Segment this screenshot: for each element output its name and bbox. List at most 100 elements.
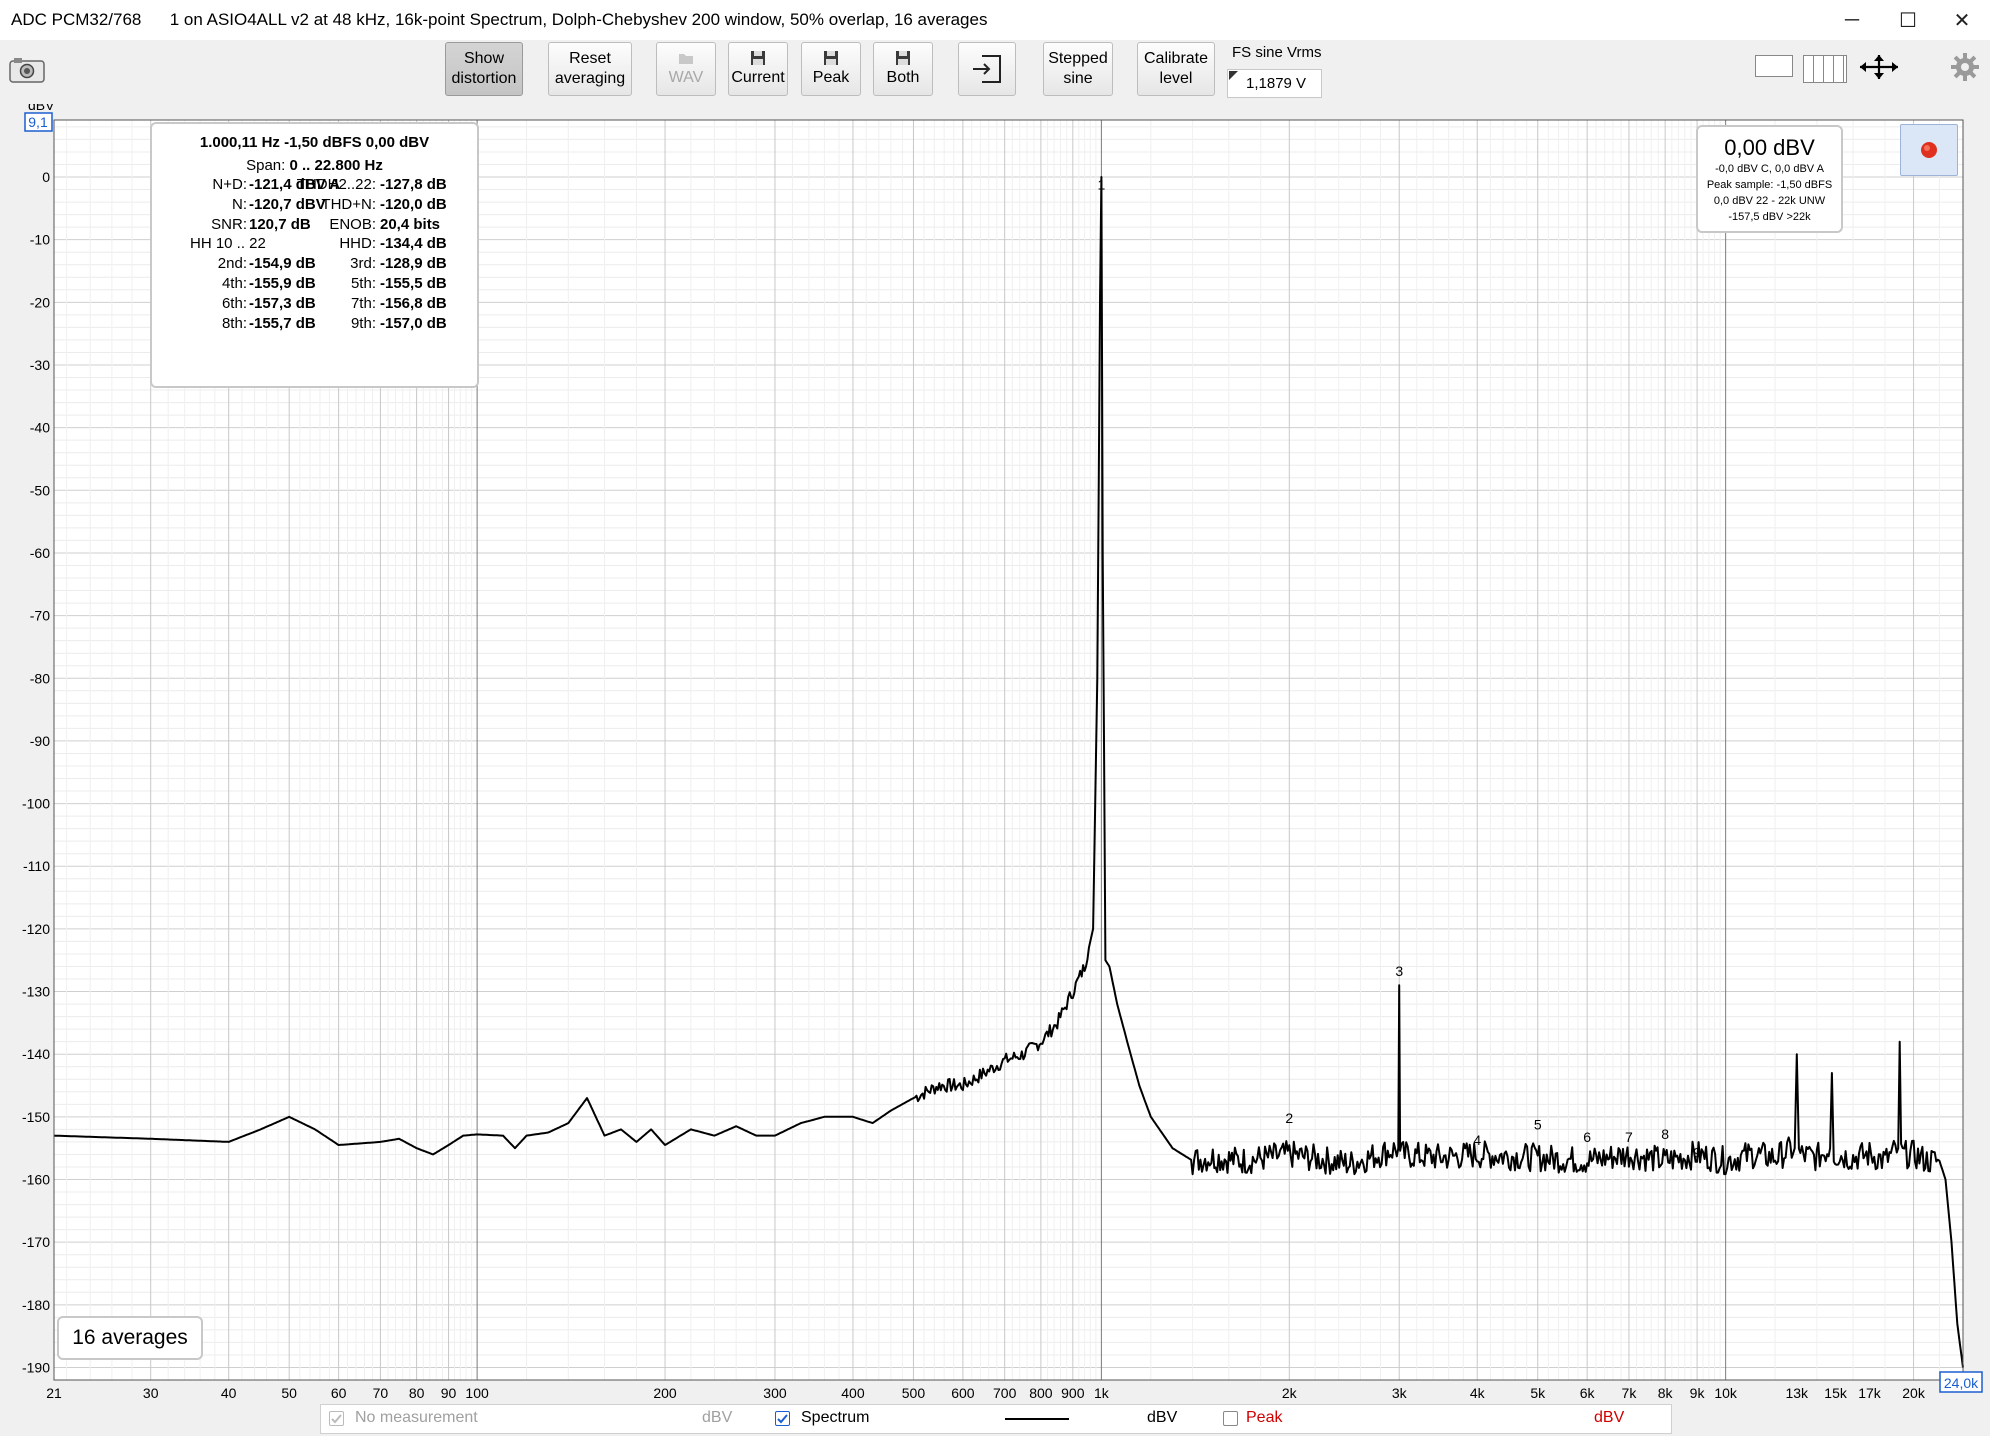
fundamental-readout: 1.000,11 Hz -1,50 dBFS 0,00 dBV [199, 134, 430, 151]
reset-averaging-label-2: averaging [554, 70, 626, 87]
readout-row: N+D: -121,4 dBV A THDH2..22: -127,8 dB [152, 176, 477, 196]
show-distortion-button[interactable]: Show distortion [445, 42, 523, 96]
record-button[interactable] [1900, 124, 1958, 176]
y-tick-label: 0 [42, 169, 50, 185]
readout-label: HH 10 .. 22 [190, 235, 266, 253]
readout-value: -128,9 dB [380, 255, 447, 273]
spectrum-checkbox[interactable] [775, 1411, 790, 1426]
x-tick-label: 7k [1622, 1385, 1638, 1400]
span-label: Span: [246, 157, 286, 174]
x-tick-label: 17k [1858, 1385, 1882, 1400]
harmonic-marker: 3 [1395, 963, 1403, 979]
readout-value: -134,4 dB [380, 235, 447, 253]
camera-icon[interactable] [8, 56, 46, 84]
readout-value: -157,3 dB [249, 294, 316, 312]
zoom-fit-icon[interactable] [1856, 52, 1902, 82]
stepped-sine-button[interactable]: Stepped sine [1043, 42, 1113, 96]
x-tick-label: 6k [1580, 1385, 1596, 1400]
x-tick-label: 700 [993, 1385, 1017, 1400]
readout-label: 9th: [350, 314, 376, 332]
readout-row: N: -120,7 dBV THD+N: -120,0 dB [152, 196, 477, 216]
readout-row: 4th: -155,9 dB 5th: -155,5 dB [152, 275, 477, 295]
spectrum-unit: dBV [1147, 1409, 1178, 1426]
x-tick-label: 500 [902, 1385, 926, 1400]
maximize-button[interactable]: ☐ [1880, 0, 1936, 40]
y-axis-unit-label: dBV [28, 104, 55, 113]
y-tick-label: -50 [30, 482, 50, 498]
x-tick-label: 600 [951, 1385, 975, 1400]
close-button[interactable]: ✕ [1934, 0, 1990, 40]
x-tick-label: 20k [1902, 1385, 1926, 1400]
level-main: 0,00 dBV [1724, 135, 1815, 160]
readout-row: 2nd: -154,9 dB 3rd: -128,9 dB [152, 255, 477, 275]
x-tick-label: 300 [763, 1385, 787, 1400]
x-tick-label: 13k [1785, 1385, 1809, 1400]
y-tick-label: -10 [30, 232, 50, 248]
spectrum-label: Spectrum [801, 1409, 870, 1426]
wav-button[interactable]: WAV [656, 42, 716, 96]
readout-label: 4th: [221, 274, 247, 292]
harmonic-marker: 7 [1625, 1129, 1633, 1145]
x-tick-label: 90 [441, 1385, 457, 1400]
x-tick-label: 4k [1470, 1385, 1486, 1400]
import-icon [973, 55, 1001, 83]
peak-label: Peak [812, 69, 850, 86]
x-tick-label: 900 [1061, 1385, 1085, 1400]
y-tick-label: -30 [30, 357, 50, 373]
spectrum-plot-area[interactable]: 0 -10 -20 -30 -40 -50 -60 -70 -80 -90 -100 -110 -120… [0, 97, 1990, 1401]
no-measurement-unit: dBV [702, 1409, 733, 1426]
harmonic-marker: 9 [1693, 1145, 1701, 1161]
checkmark-icon [777, 1414, 788, 1424]
readout-row: HH 10 .. 22 HHD: -134,4 dB [152, 235, 477, 255]
wav-label: WAV [668, 69, 704, 86]
save-icon [824, 51, 838, 65]
y-tick-label: -140 [22, 1046, 50, 1062]
distortion-readout-panel: 1.000,11 Hz -1,50 dBFS 0,00 dBV Span: 0 … [150, 122, 479, 388]
level-readout-panel: 0,00 dBV -0,0 dBV C, 0,0 dBV A Peak sampl… [1696, 125, 1843, 233]
import-button[interactable] [958, 42, 1016, 96]
no-measurement-checkbox[interactable] [329, 1411, 344, 1426]
readout-value: -127,8 dB [380, 176, 447, 193]
x-tick-label: 80 [409, 1385, 425, 1400]
x-tick-label: 5k [1530, 1385, 1546, 1400]
readout-label: THD+N: [321, 195, 376, 213]
level-detail-lines: -0,0 dBV C, 0,0 dBV A Peak sample: -1,50 … [1698, 161, 1841, 225]
x-tick-label: 30 [143, 1385, 159, 1400]
readout-value: -120,0 dB [380, 195, 447, 213]
y-tick-label: -80 [30, 670, 50, 686]
split-view-icon[interactable] [1803, 55, 1847, 83]
y-tick-label: -60 [30, 545, 50, 561]
readout-label: N+D: [212, 176, 247, 193]
readout-value: -155,9 dB [249, 274, 316, 292]
readout-label: THDH2..22: [296, 176, 376, 193]
readout-value: 20,4 bits [380, 215, 441, 233]
distortion-readout-rows: N+D: -121,4 dBV A THDH2..22: -127,8 dB N: -12… [152, 176, 477, 334]
folder-icon [679, 54, 693, 64]
y-tick-label: -150 [22, 1109, 50, 1125]
y-tick-label: -110 [23, 858, 50, 874]
save-both-button[interactable]: Both [873, 42, 933, 96]
calibrate-level-button[interactable]: Calibrate level [1137, 42, 1215, 96]
x-tick-label: 2k [1282, 1385, 1298, 1400]
current-label: Current [731, 69, 785, 86]
reset-averaging-button[interactable]: Reset averaging [548, 42, 632, 96]
gear-icon[interactable] [1950, 52, 1980, 82]
reset-averaging-label-1: Reset [569, 50, 611, 67]
fs-sine-input[interactable]: 1,1879 V [1227, 69, 1322, 98]
readout-label: 6th: [221, 294, 247, 312]
calibrate-level-label-2: level [1159, 70, 1193, 87]
single-view-icon[interactable] [1755, 55, 1793, 77]
y-tick-label: -90 [30, 733, 50, 749]
y-max-value: 9,1 [28, 114, 48, 130]
peak-checkbox[interactable] [1223, 1411, 1238, 1426]
level-detail-line: -157,5 dBV >22k [1728, 211, 1811, 223]
span-value: 0 .. 22.800 Hz [289, 157, 383, 174]
spectrum-line-swatch [1005, 1418, 1069, 1420]
corner-marker-icon [1229, 71, 1238, 80]
save-peak-button[interactable]: Peak [801, 42, 861, 96]
y-tick-label: -190 [22, 1359, 50, 1375]
save-current-button[interactable]: Current [728, 42, 788, 96]
minimize-button[interactable]: ─ [1824, 0, 1880, 40]
level-detail-line: -0,0 dBV C, 0,0 dBV A [1715, 163, 1824, 175]
readout-value: -156,8 dB [380, 294, 447, 312]
